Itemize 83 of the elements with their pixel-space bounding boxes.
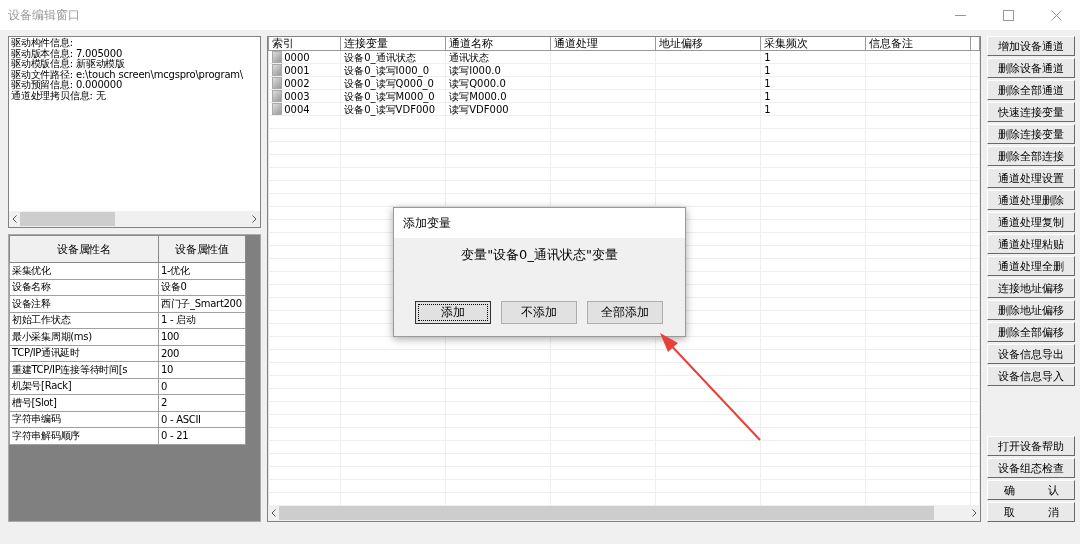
info-line: 驱动构件信息:: [11, 38, 74, 48]
table-cell[interactable]: 1 - 启动: [158, 312, 246, 329]
dialog-button[interactable]: 添加: [415, 301, 491, 324]
side-button[interactable]: 设备组态检查: [987, 458, 1075, 478]
side-button[interactable]: 删除连接变量: [987, 124, 1075, 144]
column-header[interactable]: 索引: [268, 37, 341, 51]
info-line: 驱动预留信息: 0.000000: [11, 80, 123, 91]
table-cell: 读写M000.0: [449, 90, 507, 102]
column-header[interactable]: 通道处理: [550, 37, 656, 51]
table-cell: 初始工作状态: [9, 312, 159, 329]
column-header[interactable]: 设备属性值: [158, 235, 246, 263]
table-cell[interactable]: 10: [158, 361, 246, 378]
table-cell: 读写Q000.0: [449, 77, 506, 89]
dialog-title: 添加变量: [402, 214, 451, 232]
side-button[interactable]: 连接地址偏移: [987, 278, 1075, 298]
side-button[interactable]: 通道处理复制: [987, 212, 1075, 232]
table-cell: 设备名称: [9, 279, 159, 296]
info-line: 通道处理拷贝信息: 无: [11, 90, 107, 101]
table-cell[interactable]: 0 - 21: [158, 427, 246, 444]
table-cell: 1: [764, 103, 771, 115]
table-cell: 0000: [284, 51, 310, 63]
column-header[interactable]: 设备属性名: [9, 235, 159, 263]
table-cell: 字符串解码顺序: [9, 427, 159, 444]
table-cell: 设备0_读写M000_0: [344, 90, 435, 102]
table-cell[interactable]: 0: [158, 378, 246, 395]
side-button[interactable]: 删除全部连接: [987, 146, 1075, 166]
table-cell: 槽号[Slot]: [9, 394, 159, 411]
table-cell: 读写I000.0: [449, 64, 501, 76]
info-line: 驱动模版信息: 新驱动模版: [11, 59, 126, 69]
side-button[interactable]: 通道处理删除: [987, 190, 1075, 210]
table-cell: 重建TCP/IP连接等待时间[s: [9, 361, 159, 378]
table-cell[interactable]: 100: [158, 328, 246, 345]
table-cell: 机架号[Rack]: [9, 378, 159, 395]
table-cell: 0001: [284, 64, 310, 76]
table-cell: TCP/IP通讯延时: [9, 345, 159, 362]
column-header[interactable]: 采集频次: [760, 37, 866, 51]
column-header[interactable]: 连接变量: [340, 37, 446, 51]
table-cell: 设备0_读写VDF000: [344, 103, 435, 115]
table-cell: 采集优化: [9, 262, 159, 279]
side-button[interactable]: 确 认: [987, 480, 1075, 500]
side-button[interactable]: 打开设备帮助: [987, 436, 1075, 456]
table-cell: 1: [764, 51, 771, 63]
side-button[interactable]: 删除地址偏移: [987, 300, 1075, 320]
table-cell: 1: [764, 64, 771, 76]
table-cell: 0002: [284, 77, 310, 89]
side-button[interactable]: 删除设备通道: [987, 58, 1075, 78]
table-cell: 0003: [284, 90, 310, 102]
dialog-button[interactable]: 不添加: [501, 301, 577, 324]
side-button[interactable]: 通道处理粘贴: [987, 234, 1075, 254]
info-line: 驱动版本信息: 7.005000: [11, 48, 124, 59]
column-header[interactable]: 信息备注: [865, 37, 971, 51]
side-button[interactable]: 删除全部通道: [987, 80, 1075, 100]
table-cell[interactable]: 设备0: [158, 279, 246, 296]
table-cell: 设备0_读写I000_0: [344, 64, 429, 76]
info-line: 驱动文件路径: e:\touch screen\mcgspro\program\: [11, 69, 245, 80]
table-cell[interactable]: 1-优化: [158, 262, 246, 279]
table-cell[interactable]: 西门子_Smart200: [158, 295, 246, 312]
table-cell: 1: [764, 77, 771, 89]
dialog-button[interactable]: 全部添加: [587, 301, 663, 324]
table-cell: 通讯状态: [449, 51, 490, 63]
table-cell: 读写VDF000: [449, 103, 509, 115]
table-cell: 0004: [284, 103, 310, 115]
table-cell[interactable]: 200: [158, 345, 246, 362]
table-cell: 字符串编码: [9, 411, 159, 428]
table-cell: 设备注释: [9, 295, 159, 312]
column-header[interactable]: 地址偏移: [655, 37, 761, 51]
table-cell: 1: [764, 90, 771, 102]
side-button[interactable]: 取 消: [987, 502, 1075, 522]
window-title: 设备编辑窗口: [7, 6, 81, 24]
table-cell: 设备0_通讯状态: [344, 51, 416, 63]
column-header[interactable]: 通道名称: [445, 37, 551, 51]
table-cell[interactable]: 2: [158, 394, 246, 411]
side-button[interactable]: 快速连接变量: [987, 102, 1075, 122]
side-button[interactable]: 增加设备通道: [987, 36, 1075, 56]
side-button[interactable]: 通道处理设置: [987, 168, 1075, 188]
table-cell: 设备0_读写Q000_0: [344, 77, 434, 89]
side-button[interactable]: 通道处理全删: [987, 256, 1075, 276]
table-cell: 最小采集周期(ms): [9, 328, 159, 345]
side-button[interactable]: 删除全部偏移: [987, 322, 1075, 342]
side-button[interactable]: 设备信息导入: [987, 366, 1075, 386]
side-button[interactable]: 设备信息导出: [987, 344, 1075, 364]
table-cell[interactable]: 0 - ASCII: [158, 411, 246, 428]
dialog-message: 变量"设备0_通讯状态"变量: [460, 246, 619, 264]
